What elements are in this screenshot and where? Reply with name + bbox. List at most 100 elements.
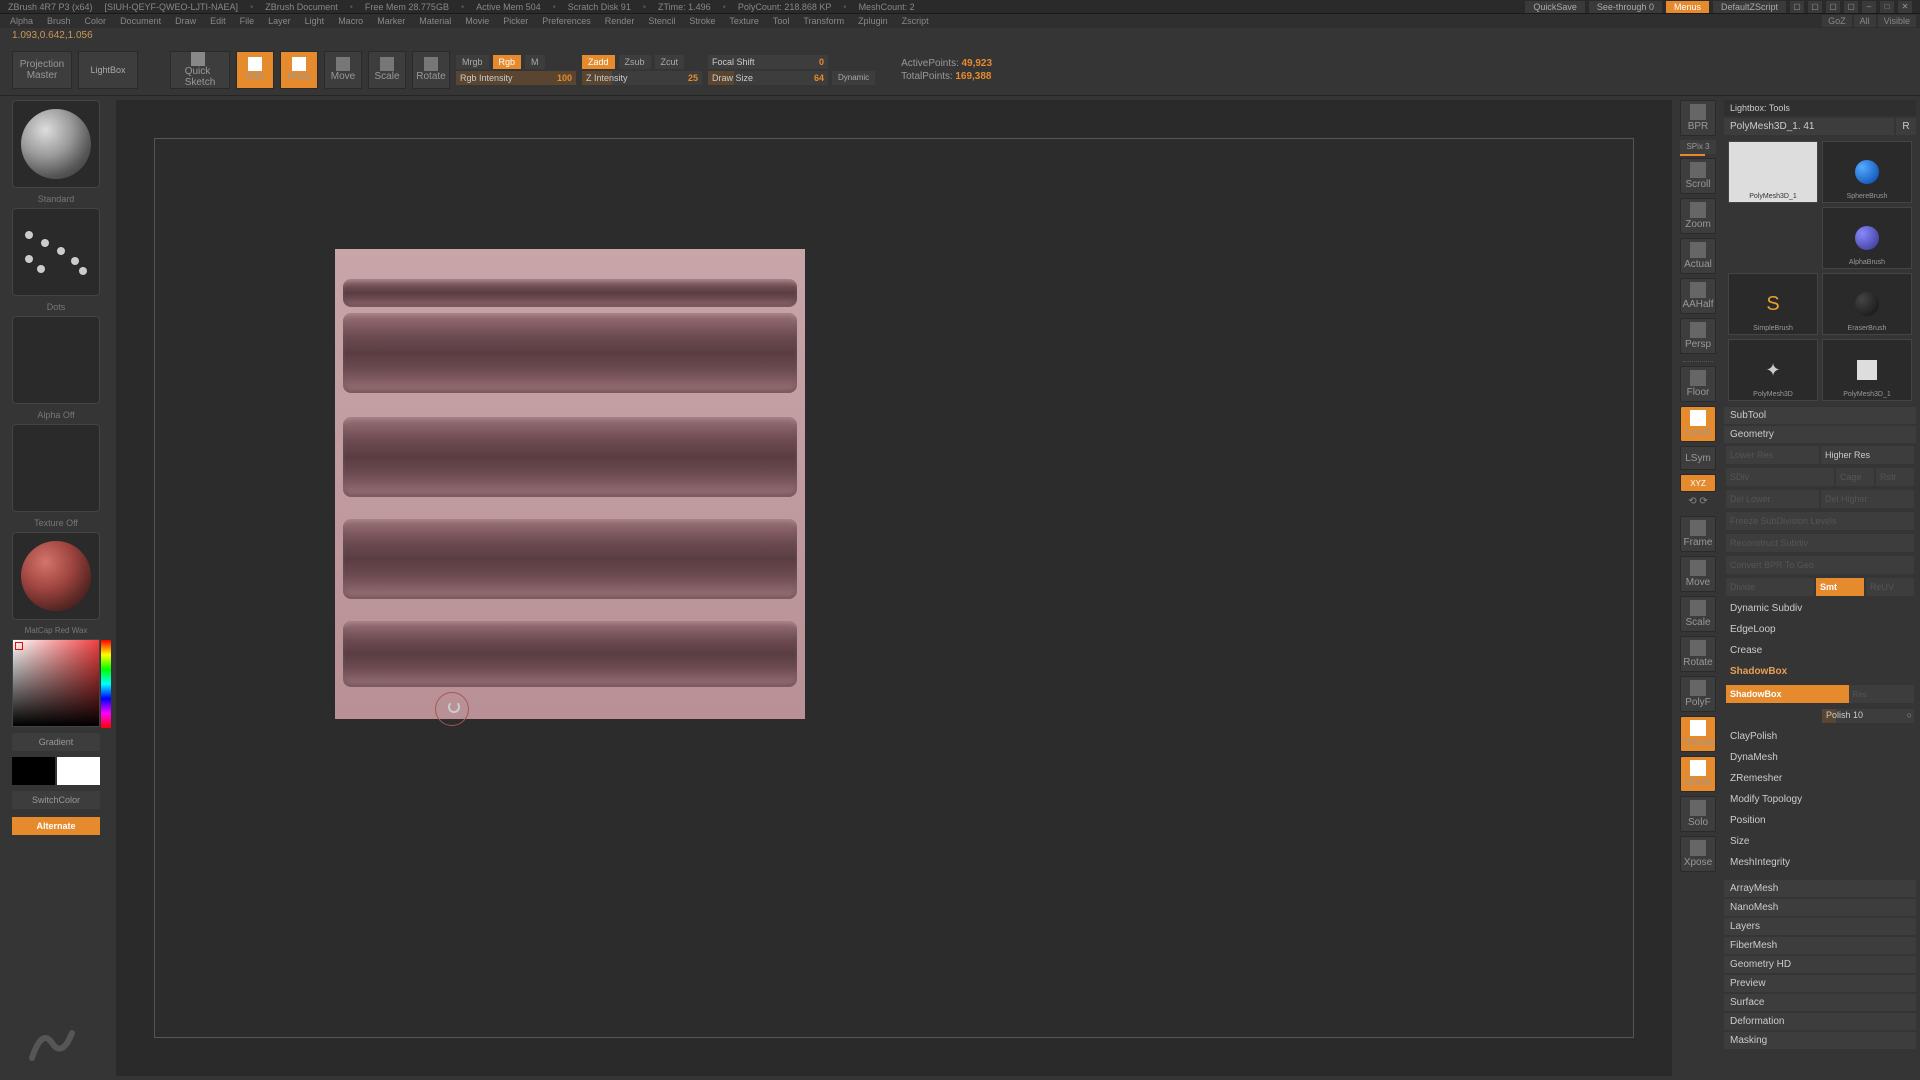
modify-topology-section[interactable]: Modify Topology [1724, 790, 1916, 809]
xpose-button[interactable]: Xpose [1680, 836, 1716, 872]
ghost-button[interactable]: Ghost [1680, 756, 1716, 792]
win-btn-3[interactable]: ▢ [1826, 1, 1840, 13]
smt-button[interactable]: Smt [1816, 578, 1864, 596]
menu-light[interactable]: Light [299, 16, 331, 26]
win-btn-2[interactable]: ▢ [1808, 1, 1822, 13]
brush-slot[interactable] [12, 100, 100, 188]
higher-res-button[interactable]: Higher Res [1821, 446, 1914, 464]
focal-shift-slider[interactable]: Focal Shift0 [708, 55, 828, 69]
rgb-button[interactable]: Rgb [493, 55, 522, 69]
floor-button[interactable]: Floor [1680, 366, 1716, 402]
hue-strip[interactable] [101, 640, 111, 728]
draw-size-slider[interactable]: Draw Size64 [708, 71, 828, 85]
tool-polymesh3d-1[interactable]: PolyMesh3D_1 [1728, 141, 1818, 203]
menu-layer[interactable]: Layer [262, 16, 297, 26]
stroke-slot[interactable] [12, 208, 100, 296]
nanomesh-header[interactable]: NanoMesh [1724, 899, 1916, 916]
mrgb-button[interactable]: Mrgb [456, 55, 489, 69]
nav-scale-button[interactable]: Scale [1680, 596, 1716, 632]
menu-marker[interactable]: Marker [371, 16, 411, 26]
menu-stencil[interactable]: Stencil [642, 16, 681, 26]
claypolish-section[interactable]: ClayPolish [1724, 727, 1916, 746]
shadowbox-res[interactable]: Res [1849, 685, 1914, 703]
geometry-header[interactable]: Geometry [1724, 426, 1916, 443]
menu-edit[interactable]: Edit [204, 16, 232, 26]
rotate-button[interactable]: Rotate [412, 51, 450, 89]
deformation-header[interactable]: Deformation [1724, 1013, 1916, 1030]
surface-header[interactable]: Surface [1724, 994, 1916, 1011]
lower-res-button[interactable]: Lower Res [1726, 446, 1819, 464]
document-area[interactable] [154, 138, 1634, 1038]
tool-eraserbrush[interactable]: EraserBrush [1822, 273, 1912, 335]
tool-name[interactable]: PolyMesh3D_1. 41 [1724, 118, 1894, 135]
menu-preferences[interactable]: Preferences [536, 16, 597, 26]
alternate-button[interactable]: Alternate [12, 817, 100, 835]
layers-header[interactable]: Layers [1724, 918, 1916, 935]
tool-alphabrush[interactable]: AlphaBrush [1822, 207, 1912, 269]
spix-slider[interactable]: SPix 3 [1680, 140, 1716, 154]
menu-macro[interactable]: Macro [332, 16, 369, 26]
reuv-button[interactable]: ReUV [1866, 578, 1914, 596]
mesh-integrity-section[interactable]: MeshIntegrity [1724, 853, 1916, 872]
menu-render[interactable]: Render [599, 16, 641, 26]
zcut-button[interactable]: Zcut [655, 55, 685, 69]
cage-button[interactable]: Cage [1836, 468, 1874, 486]
xyz-button[interactable]: XYZ [1680, 474, 1716, 492]
zoom-button[interactable]: Zoom [1680, 198, 1716, 234]
rgb-intensity-slider[interactable]: Rgb Intensity100 [456, 71, 576, 85]
close-button[interactable]: ✕ [1898, 1, 1912, 13]
zsub-button[interactable]: Zsub [619, 55, 651, 69]
geometry-hd-header[interactable]: Geometry HD [1724, 956, 1916, 973]
tool-polymesh3d-1b[interactable]: PolyMesh3D_1 [1822, 339, 1912, 401]
scale-button[interactable]: Scale [368, 51, 406, 89]
aahalf-button[interactable]: AAHalf [1680, 278, 1716, 314]
local-button[interactable]: Local [1680, 406, 1716, 442]
alpha-slot[interactable] [12, 316, 100, 404]
win-btn-4[interactable]: ▢ [1844, 1, 1858, 13]
tool-polymesh3d[interactable]: ✦PolyMesh3D [1728, 339, 1818, 401]
dynamic-subdiv-section[interactable]: Dynamic Subdiv [1724, 599, 1916, 618]
menu-draw[interactable]: Draw [169, 16, 202, 26]
menu-zplugin[interactable]: Zplugin [852, 16, 894, 26]
size-section[interactable]: Size [1724, 832, 1916, 851]
sdiv-slider[interactable]: SDiv [1726, 468, 1834, 486]
convert-bpr-button[interactable]: Convert BPR To Geo [1726, 556, 1914, 574]
menu-color[interactable]: Color [79, 16, 113, 26]
shadowbox-button[interactable]: ShadowBox [1726, 685, 1849, 703]
reconstruct-button[interactable]: Reconstruct Subdiv [1726, 534, 1914, 552]
canvas[interactable] [116, 100, 1672, 1076]
del-lower-button[interactable]: Del Lower [1726, 490, 1819, 508]
menu-brush[interactable]: Brush [41, 16, 77, 26]
polish-slider[interactable]: Polish 10 ○ [1822, 709, 1914, 723]
solo-button[interactable]: Solo [1680, 796, 1716, 832]
maximize-button[interactable]: □ [1880, 1, 1894, 13]
del-higher-button[interactable]: Del Higher [1821, 490, 1914, 508]
quicksave-button[interactable]: QuickSave [1525, 1, 1585, 13]
nav-move-button[interactable]: Move [1680, 556, 1716, 592]
m-button[interactable]: M [525, 55, 545, 69]
preview-header[interactable]: Preview [1724, 975, 1916, 992]
menu-texture[interactable]: Texture [723, 16, 765, 26]
tool-spherebrush[interactable]: SphereBrush [1822, 141, 1912, 203]
z-intensity-slider[interactable]: Z Intensity25 [582, 71, 702, 85]
projection-master-button[interactable]: Projection Master [12, 51, 72, 89]
zremesher-section[interactable]: ZRemesher [1724, 769, 1916, 788]
menu-material[interactable]: Material [413, 16, 457, 26]
draw-button[interactable]: Draw [280, 51, 318, 89]
menu-transform[interactable]: Transform [797, 16, 850, 26]
arraymesh-header[interactable]: ArrayMesh [1724, 880, 1916, 897]
crease-section[interactable]: Crease [1724, 641, 1916, 660]
rstr-button[interactable]: Rstr [1876, 468, 1914, 486]
lsym-button[interactable]: LSym [1680, 446, 1716, 470]
menu-picker[interactable]: Picker [497, 16, 534, 26]
color-picker[interactable] [12, 639, 100, 727]
menu-file[interactable]: File [234, 16, 261, 26]
freeze-subdiv-button[interactable]: Freeze SubDivision Levels [1726, 512, 1914, 530]
white-swatch[interactable] [57, 757, 100, 785]
minimize-button[interactable]: – [1862, 1, 1876, 13]
transp-button[interactable]: Transp [1680, 716, 1716, 752]
goz-visible-button[interactable]: Visible [1878, 15, 1916, 27]
shadowbox-section[interactable]: ShadowBox [1724, 662, 1916, 681]
frame-button[interactable]: Frame [1680, 516, 1716, 552]
polyf-button[interactable]: PolyF [1680, 676, 1716, 712]
